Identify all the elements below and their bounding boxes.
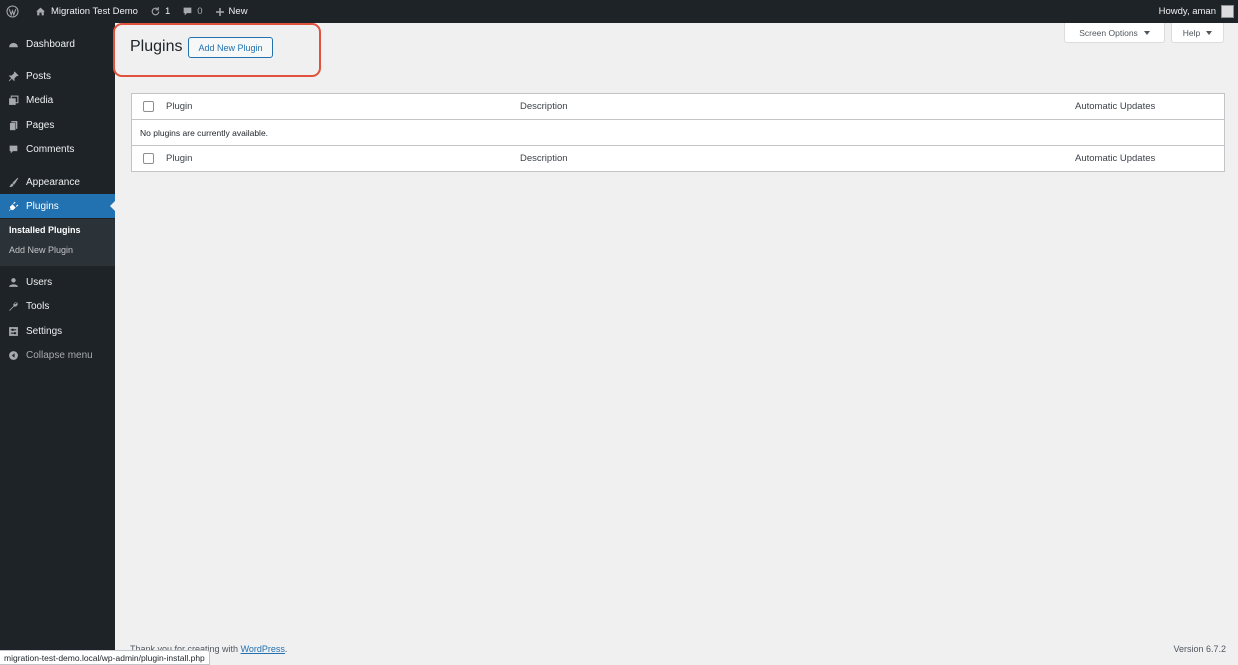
column-header-plugin[interactable]: Plugin: [166, 101, 192, 112]
submenu-installed-plugins[interactable]: Installed Plugins: [9, 225, 81, 235]
plugin-icon: [6, 199, 20, 213]
wrench-icon: [6, 299, 20, 313]
updates-icon: [151, 7, 160, 16]
annotation-highlight-box: [113, 23, 321, 77]
wordpress-logo-icon: [6, 5, 19, 18]
column-footer-description: Description: [520, 153, 568, 164]
sidebar-item-label: Pages: [26, 119, 55, 131]
updates-count: 1: [164, 6, 171, 17]
sidebar-item-label: Posts: [26, 70, 52, 82]
sidebar-item-plugins[interactable]: Plugins: [0, 194, 115, 218]
sidebar-item-label: Dashboard: [26, 38, 75, 50]
select-all-checkbox-footer[interactable]: [143, 153, 154, 164]
collapse-menu-button[interactable]: Collapse menu: [0, 343, 115, 367]
pin-icon: [6, 69, 20, 83]
main-content: Screen Options Help Plugins Add New Plug…: [113, 23, 1238, 665]
caret-down-icon: [1143, 30, 1150, 35]
comment-bubble-icon: [183, 7, 192, 16]
sidebar-item-media[interactable]: Media: [0, 88, 115, 112]
media-icon: [6, 93, 20, 107]
screen-options-label: Screen Options: [1079, 27, 1138, 38]
sidebar-item-label: Plugins: [26, 200, 59, 212]
sidebar-item-users[interactable]: Users: [0, 270, 115, 294]
screen-options-button[interactable]: Screen Options: [1064, 23, 1165, 43]
wordpress-logo-button[interactable]: [0, 0, 25, 23]
plugins-submenu: Installed Plugins Add New Plugin: [0, 219, 115, 266]
account-menu[interactable]: Howdy, aman: [1153, 0, 1238, 23]
collapse-icon: [6, 348, 20, 362]
brush-icon: [6, 175, 20, 189]
submenu-add-new-plugin[interactable]: Add New Plugin: [9, 245, 73, 255]
sidebar-item-appearance[interactable]: Appearance: [0, 170, 115, 194]
settings-icon: [6, 324, 20, 338]
table-header-row: Plugin Description Automatic Updates: [132, 94, 1224, 120]
comments-count: 0: [197, 6, 203, 17]
column-header-automatic-updates: Automatic Updates: [1075, 101, 1156, 112]
version-label: Version 6.7.2: [1173, 644, 1226, 654]
wordpress-link[interactable]: WordPress: [241, 644, 285, 654]
sidebar-item-label: Settings: [26, 325, 63, 337]
table-row: No plugins are currently available.: [132, 120, 1224, 146]
admin-bar: Migration Test Demo 1 0 New Howdy, aman: [0, 0, 1238, 23]
footer-credit-suffix: .: [284, 644, 288, 654]
caret-down-icon: [1206, 30, 1213, 35]
plugins-table: Plugin Description Automatic Updates No …: [131, 93, 1225, 172]
comments-icon: [6, 142, 20, 156]
help-button[interactable]: Help: [1171, 23, 1224, 43]
sidebar-item-label: Tools: [26, 300, 50, 312]
dashboard-icon: [6, 37, 20, 51]
sidebar-item-label: Users: [26, 276, 53, 288]
home-icon: [36, 7, 45, 16]
avatar: [1221, 5, 1234, 18]
new-content-link[interactable]: New: [209, 0, 254, 23]
updates-link[interactable]: 1: [144, 0, 176, 23]
sidebar-item-settings[interactable]: Settings: [0, 319, 115, 343]
greeting-label: Howdy, aman: [1158, 6, 1216, 17]
select-all-checkbox[interactable]: [143, 101, 154, 112]
comments-link[interactable]: 0: [176, 0, 208, 23]
column-footer-automatic-updates: Automatic Updates: [1075, 153, 1156, 164]
site-name-label: Migration Test Demo: [51, 6, 138, 17]
help-label: Help: [1182, 27, 1201, 38]
pages-icon: [6, 118, 20, 132]
sidebar-item-tools[interactable]: Tools: [0, 294, 115, 318]
column-header-description: Description: [520, 101, 568, 112]
admin-sidebar: Dashboard Posts Media Pages Comments App…: [0, 23, 115, 665]
sidebar-item-comments[interactable]: Comments: [0, 137, 115, 161]
users-icon: [6, 275, 20, 289]
sidebar-item-dashboard[interactable]: Dashboard: [0, 32, 115, 56]
sidebar-item-label: Collapse menu: [26, 349, 93, 361]
empty-message: No plugins are currently available.: [140, 127, 269, 138]
table-footer-row: Plugin Description Automatic Updates: [132, 146, 1224, 171]
sidebar-item-label: Media: [26, 94, 54, 106]
sidebar-item-label: Appearance: [26, 176, 80, 188]
sidebar-item-label: Comments: [26, 143, 75, 155]
status-url: migration-test-demo.local/wp-admin/plugi…: [4, 652, 205, 663]
plus-icon: [215, 7, 224, 16]
site-name-link[interactable]: Migration Test Demo: [25, 0, 144, 23]
sidebar-item-posts[interactable]: Posts: [0, 64, 115, 88]
column-footer-plugin[interactable]: Plugin: [166, 153, 192, 164]
browser-status-bar: migration-test-demo.local/wp-admin/plugi…: [0, 650, 210, 665]
sidebar-item-pages[interactable]: Pages: [0, 113, 115, 137]
new-label: New: [228, 6, 248, 17]
